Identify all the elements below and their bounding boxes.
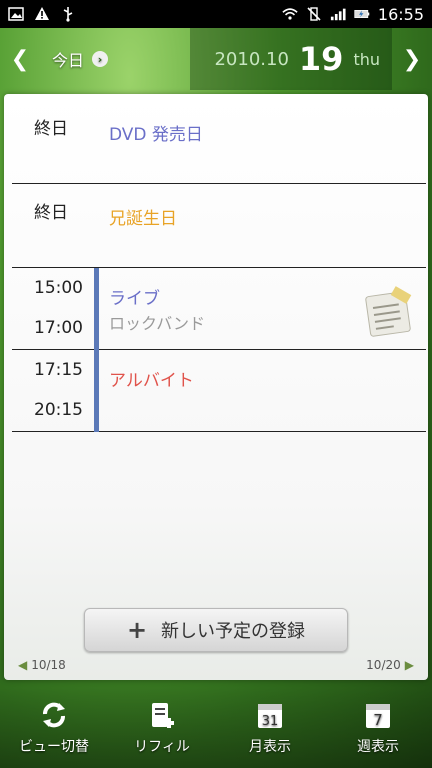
signal-icon [330,6,346,22]
event-time-start: 15:00 [34,278,83,298]
date-header: ❮ 今日 › 2010.10 19 thu ❯ [0,28,432,90]
event-row[interactable]: 17:15 20:15 アルバイト [12,350,426,432]
day-number: 19 [298,40,344,78]
previous-day-button[interactable]: ❮ [0,28,40,90]
usb-icon [60,6,76,22]
wifi-icon [282,6,298,22]
chevron-right-circle-icon: › [92,51,109,67]
next-page[interactable]: 10/20 ▶ [366,658,414,672]
new-event-button[interactable]: + 新しい予定の登録 [84,608,348,652]
event-row[interactable]: 終日 DVD 発売日 [12,94,426,184]
plus-icon: + [126,616,148,644]
photo-icon [8,6,24,22]
bottom-toolbar: ビュー切替 リフィル 31 月表示 7 週表示 [0,688,432,768]
view-switch-label: ビュー切替 [19,739,89,755]
new-event-label: 新しい予定の登録 [161,621,306,642]
refill-icon [147,700,177,730]
event-time-end: 20:15 [34,400,83,420]
month-icon-text: 31 [262,714,279,729]
warning-icon [34,6,50,22]
current-date: 2010.10 19 thu [190,28,392,90]
month-view-label: 月表示 [249,739,291,755]
event-title: 兄誕生日 [109,209,177,229]
today-button[interactable]: 今日 › [40,47,190,71]
switch-view-icon [39,700,69,730]
event-time-start: 終日 [34,203,68,223]
refill-button[interactable]: リフィル [112,700,212,756]
event-time-start: 17:15 [34,360,83,380]
month-calendar-icon: 31 [255,700,285,730]
week-view-button[interactable]: 7 週表示 [328,700,428,756]
weekday: thu [353,49,380,69]
memo-icon[interactable] [362,286,416,340]
vibrate-off-icon [306,6,322,22]
event-title: アルバイト [109,371,194,391]
triangle-right-icon: ▶ [404,658,414,672]
week-calendar-icon: 7 [363,700,393,730]
chevron-left-icon: ❮ [10,46,30,72]
status-bar: 16:55 [0,0,432,28]
battery-charging-icon [354,6,370,22]
triangle-left-icon: ◀ [18,658,28,672]
clock: 16:55 [377,4,424,24]
chevron-right-icon: ❯ [402,46,422,72]
event-color-bar [94,268,99,350]
event-subtitle: ロックバンド [109,314,206,333]
previous-page-label: 10/18 [31,658,66,672]
today-label: 今日 [52,51,85,70]
event-time-start: 終日 [34,119,68,139]
view-switch-button[interactable]: ビュー切替 [4,700,104,756]
month-view-button[interactable]: 31 月表示 [220,700,320,756]
next-page-label: 10/20 [366,658,401,672]
previous-page[interactable]: ◀ 10/18 [18,658,66,672]
week-icon-text: 7 [373,711,383,729]
event-time-end: 17:00 [34,318,83,338]
week-view-label: 週表示 [357,739,399,755]
refill-label: リフィル [134,739,190,755]
next-day-button[interactable]: ❯ [392,28,432,90]
year-month: 2010.10 [214,48,289,70]
event-title: ライブ [109,289,160,309]
day-schedule-panel: 終日 DVD 発売日 終日 兄誕生日 15:00 17:00 ライブ ロックバン… [4,94,428,680]
event-color-bar [94,350,99,432]
event-row[interactable]: 15:00 17:00 ライブ ロックバンド [12,268,426,350]
event-title: DVD 発売日 [109,125,203,145]
event-row[interactable]: 終日 兄誕生日 [12,184,426,268]
